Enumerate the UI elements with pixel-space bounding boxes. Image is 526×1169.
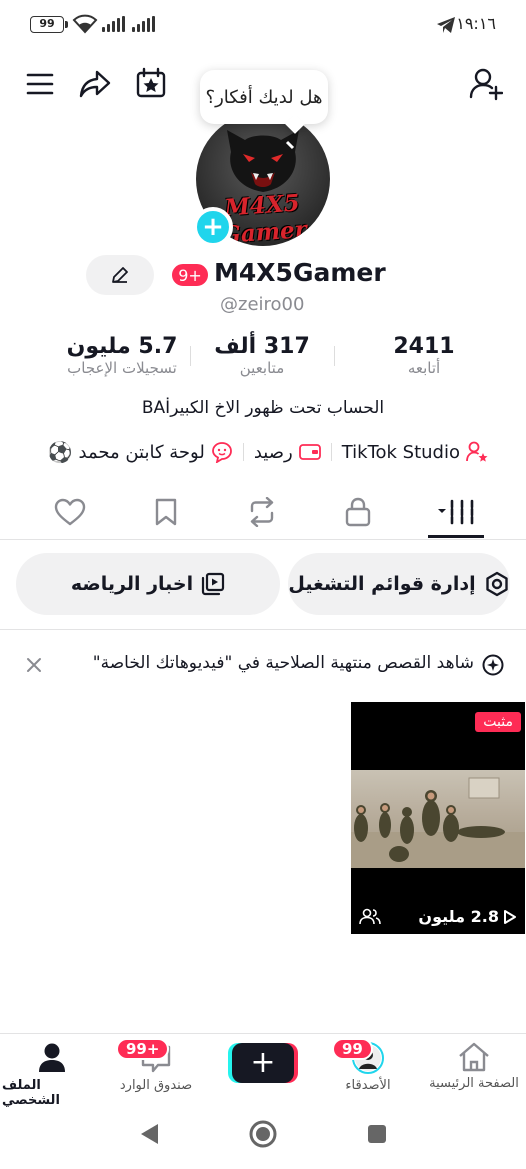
video-scene-image xyxy=(351,770,525,868)
nav-home[interactable]: الصفحة الرئيسية xyxy=(424,1042,524,1091)
tab-liked[interactable] xyxy=(40,486,100,538)
expired-stories-notice[interactable]: شاهد القصص منتهية الصلاحية في "فيديوهاتك… xyxy=(0,653,526,677)
nickname-badge[interactable]: 9+ xyxy=(170,262,210,288)
likes-label: تسجيلات الإعجاب xyxy=(67,359,177,377)
create-button[interactable]: + xyxy=(232,1043,294,1083)
tab-favorites[interactable] xyxy=(136,486,196,538)
tab-active-indicator xyxy=(428,535,484,538)
captain-board-label: لوحة كابتن محمد xyxy=(78,441,205,463)
studio-user-icon xyxy=(466,441,488,462)
grid-icon xyxy=(438,499,474,525)
sports-news-playlist-button[interactable]: اخبار الرياضه xyxy=(16,553,280,615)
nav-profile-label: الملف الشخصي xyxy=(2,1078,60,1108)
profile-icon xyxy=(39,1043,65,1072)
battery-indicator: 99 xyxy=(30,16,68,33)
playlist-icon xyxy=(202,572,225,596)
share-icon[interactable] xyxy=(75,64,115,104)
signal-icon-2 xyxy=(132,16,155,32)
recents-icon[interactable] xyxy=(366,1123,388,1145)
tab-videos[interactable] xyxy=(426,486,486,538)
following-label: أتابعه xyxy=(407,359,441,377)
stats-divider xyxy=(334,346,335,366)
nav-profile[interactable]: الملف الشخصي xyxy=(2,1042,102,1108)
repost-icon xyxy=(250,497,274,527)
followers-count: 317 ألف xyxy=(214,334,310,359)
tiktok-studio-label: TikTok Studio xyxy=(341,441,460,463)
wifi-icon xyxy=(72,14,98,34)
balance-link[interactable]: رصيد xyxy=(254,442,321,463)
captain-board-link[interactable]: لوحة كابتن محمد ⚽ xyxy=(48,440,233,464)
nav-inbox-label: صندوق الوارد xyxy=(119,1078,193,1093)
gear-icon xyxy=(485,571,508,597)
add-friend-icon[interactable] xyxy=(466,64,506,104)
video-thumbnail[interactable]: مثبت 2.8 مليون xyxy=(351,702,525,934)
following-stat[interactable]: 2411 أتابعه xyxy=(364,334,484,377)
followers-stat[interactable]: 317 ألف متابعين xyxy=(200,334,324,377)
nav-home-label: الصفحة الرئيسية xyxy=(429,1076,519,1091)
home-icon xyxy=(459,1042,489,1072)
bottom-navigation: الصفحة الرئيسية الأصدقاء 99 + صندوق الوا… xyxy=(0,1033,526,1108)
panther-logo xyxy=(227,130,299,192)
pencil-icon xyxy=(112,267,128,283)
links-divider xyxy=(330,443,332,461)
tab-reposts[interactable] xyxy=(232,486,292,538)
profile-links: TikTok Studio رصيد لوحة كابتن محمد ⚽ xyxy=(48,440,488,464)
chat-bubble-icon xyxy=(211,442,232,463)
likes-stat[interactable]: 5.7 مليون تسجيلات الإعجاب xyxy=(50,334,194,377)
view-count-text: 2.8 مليون xyxy=(418,907,499,926)
lock-icon xyxy=(345,497,371,527)
close-icon[interactable] xyxy=(26,657,42,673)
heart-icon xyxy=(54,498,86,526)
friends-badge: 99 xyxy=(332,1038,373,1060)
tab-private[interactable] xyxy=(328,486,388,538)
menu-icon[interactable] xyxy=(20,64,60,104)
back-icon[interactable] xyxy=(138,1122,160,1146)
followers-label: متابعين xyxy=(239,359,285,377)
likes-count: 5.7 مليون xyxy=(66,334,178,359)
view-count: 2.8 مليون xyxy=(418,907,517,926)
soccer-ball-icon: ⚽ xyxy=(47,440,73,464)
system-navigation xyxy=(0,1105,526,1169)
calendar-star-icon[interactable] xyxy=(131,63,171,103)
telegram-icon xyxy=(436,16,456,34)
clock: ١٩:١٦ xyxy=(456,14,496,33)
balance-label: رصيد xyxy=(253,441,293,463)
wallet-icon xyxy=(298,444,321,460)
sparkle-icon xyxy=(482,654,504,676)
nickname: M4X5Gamer xyxy=(214,258,386,287)
add-story-button[interactable]: + xyxy=(193,207,233,247)
sports-news-label: اخبار الرياضه xyxy=(70,573,194,595)
manage-playlists-button[interactable]: إدارة قوائم التشغيل xyxy=(288,553,510,615)
signal-icon-1 xyxy=(102,16,125,32)
edit-profile-button[interactable] xyxy=(86,255,154,295)
links-divider xyxy=(242,443,244,461)
ideas-tooltip[interactable]: هل لديك أفكار؟ xyxy=(200,70,328,124)
tiktok-studio-link[interactable]: TikTok Studio xyxy=(342,441,488,463)
inbox-badge: 99+ xyxy=(116,1038,170,1060)
bio[interactable]: الحساب تحت ظهور الاخ الكبيرBAİ xyxy=(0,398,526,418)
collab-icon xyxy=(359,908,381,925)
following-count: 2411 xyxy=(393,334,455,359)
content-tabs xyxy=(0,486,526,540)
status-bar: 99 ١٩:١٦ xyxy=(0,0,526,50)
username: @zeiro00 xyxy=(220,294,305,315)
nav-friends-label: الأصدقاء xyxy=(345,1078,391,1093)
pinned-badge: مثبت xyxy=(475,712,521,732)
play-icon xyxy=(504,909,516,924)
section-divider xyxy=(0,629,526,630)
notice-text: شاهد القصص منتهية الصلاحية في "فيديوهاتك… xyxy=(92,653,474,673)
manage-playlists-label: إدارة قوائم التشغيل xyxy=(288,573,476,595)
home-button-icon[interactable] xyxy=(248,1119,278,1149)
bookmark-icon xyxy=(155,498,177,526)
